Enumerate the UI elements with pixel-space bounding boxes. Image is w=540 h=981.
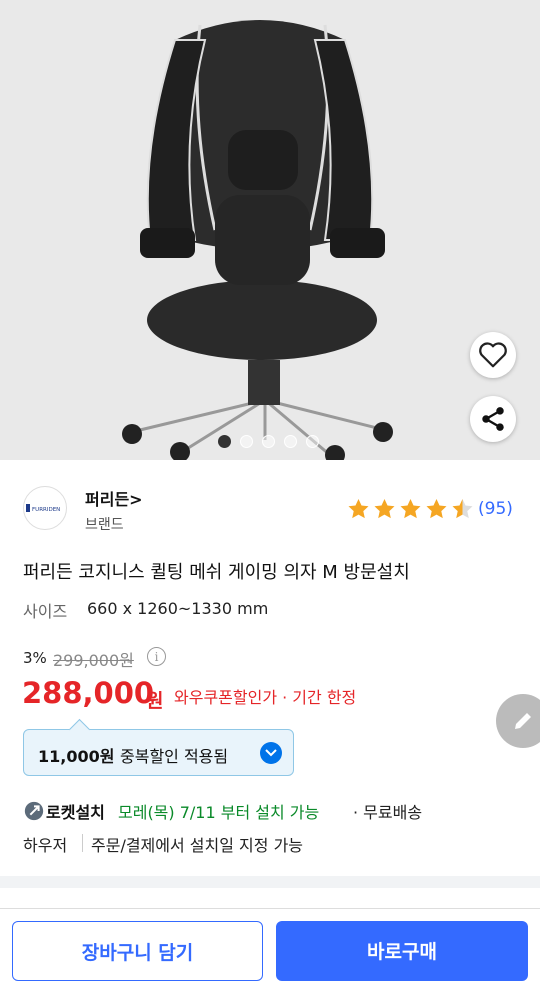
info-icon[interactable]: i — [147, 647, 166, 666]
pencil-icon — [515, 713, 531, 729]
discount-rate: 3% — [23, 649, 47, 667]
brand-caption: 브랜드 — [85, 517, 124, 533]
svg-text:FURRIDEN: FURRIDEN — [32, 507, 60, 513]
size-value: 660 x 1260~1330 mm — [87, 599, 269, 618]
product-title: 퍼리든 코지니스 퀼팅 메쉬 게이밍 의자 M 방문설치 — [23, 562, 410, 583]
gallery-dot[interactable] — [262, 435, 275, 448]
brand-name-link[interactable]: 퍼리든> — [85, 486, 143, 510]
wishlist-button[interactable] — [470, 332, 516, 378]
chevron-down-icon[interactable] — [260, 742, 282, 764]
star-icon — [400, 499, 421, 519]
gallery-dot[interactable] — [218, 435, 231, 448]
gallery-dot[interactable] — [306, 435, 319, 448]
coupon-label: 중복할인 적용됨 — [120, 747, 229, 766]
heart-icon — [479, 342, 507, 368]
sale-price: 288,000 — [22, 676, 155, 710]
install-note: 주문/결제에서 설치일 지정 가능 — [91, 836, 304, 855]
free-shipping: · 무료배송 — [353, 803, 423, 822]
rating-stars[interactable] — [346, 497, 475, 521]
section-divider — [0, 876, 540, 888]
installer-name: 하우저 — [23, 836, 68, 855]
coupon-applied-box[interactable]: 11,000원 중복할인 적용됨 — [23, 729, 294, 776]
rocket-install-label: 로켓설치 — [46, 803, 105, 822]
bottom-action-bar: 장바구니 담기 바로구매 — [0, 908, 540, 981]
half-star-icon — [452, 499, 473, 519]
star-icon — [348, 499, 369, 519]
product-image — [122, 20, 393, 460]
gallery-pagination — [218, 435, 319, 448]
buy-now-button[interactable]: 바로구매 — [276, 921, 528, 981]
edit-button[interactable] — [496, 694, 540, 748]
rocket-install-icon — [24, 801, 44, 821]
divider — [82, 834, 83, 852]
add-to-cart-button[interactable]: 장바구니 담기 — [12, 921, 263, 981]
price-unit: 원 — [146, 690, 164, 712]
star-icon — [374, 499, 395, 519]
brand-logo[interactable]: FURRIDEN — [23, 486, 67, 530]
original-price: 299,000원 — [53, 651, 134, 670]
coupon-price-note: 와우쿠폰할인가 · 기간 한정 — [174, 688, 357, 707]
product-image-gallery[interactable] — [0, 0, 540, 460]
coupon-amount: 11,000원 — [38, 747, 115, 766]
share-icon — [482, 407, 504, 431]
review-count-link[interactable]: (95) — [478, 499, 513, 519]
install-date: 모레(목) 7/11 부터 설치 가능 — [118, 803, 320, 822]
size-label: 사이즈 — [23, 602, 68, 621]
gallery-dot[interactable] — [240, 435, 253, 448]
gallery-dot[interactable] — [284, 435, 297, 448]
share-button[interactable] — [470, 396, 516, 442]
star-icon — [426, 499, 447, 519]
